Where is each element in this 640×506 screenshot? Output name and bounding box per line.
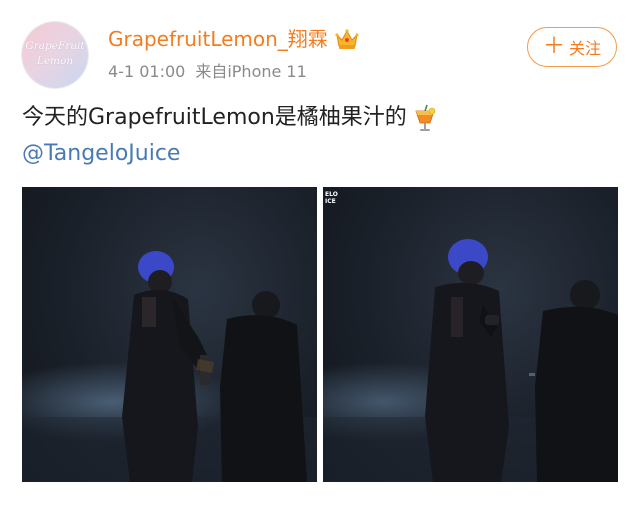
drink-icon	[413, 103, 437, 133]
post-time: 4-1 01:00	[108, 62, 186, 81]
post-text: 今天的GrapefruitLemon是橘柚果汁的	[22, 102, 437, 134]
crown-icon	[334, 26, 360, 52]
avatar[interactable]: GrapeFruit Lemon	[22, 22, 88, 88]
plus-icon: ＋	[542, 34, 565, 59]
concert-photo-2	[323, 239, 618, 482]
post-source: 来自iPhone 11	[195, 62, 307, 81]
follow-label: 关注	[569, 39, 602, 58]
post-image-1[interactable]	[22, 187, 317, 482]
author-name[interactable]: GrapefruitLemon_翔霖	[108, 24, 328, 54]
concert-photo-1	[22, 251, 317, 482]
author-name-row[interactable]: GrapefruitLemon_翔霖	[108, 24, 360, 54]
post-body: 今天的GrapefruitLemon是橘柚果汁的	[22, 105, 407, 130]
follow-button[interactable]: ＋ 关注	[527, 27, 617, 67]
image-watermark: ELO ICE	[325, 191, 338, 205]
post-meta: 4-1 01:00 来自iPhone 11	[108, 60, 307, 84]
mention-link[interactable]: @TangeloJuice	[22, 138, 180, 170]
post-image-2[interactable]: ELO ICE	[323, 187, 618, 482]
avatar-logo-text: GrapeFruit Lemon	[25, 40, 85, 67]
